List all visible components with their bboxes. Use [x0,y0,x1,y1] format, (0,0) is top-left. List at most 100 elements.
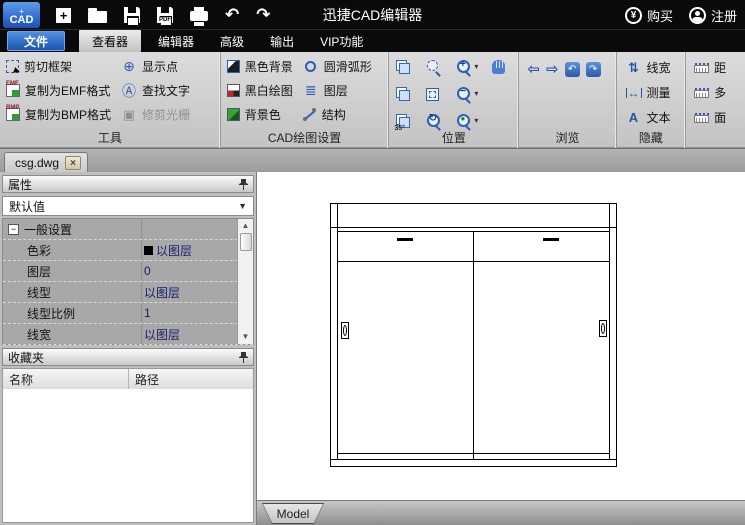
rotate-35-button[interactable]: 35° [396,111,426,131]
find-text-label: 查找文字 [142,82,190,99]
model-tab[interactable]: Model [262,503,324,524]
favorites-title: 收藏夹 [8,349,44,366]
pan-button[interactable] [492,57,518,77]
buy-button[interactable]: ¥ 购买 [625,6,673,25]
account-area: ¥ 购买 注册 [625,0,737,30]
zoom-window-button[interactable] [426,57,456,77]
view-forward-icon[interactable]: ⇨ [546,60,559,78]
rotate-view-ccw-button[interactable] [396,84,426,104]
smooth-arc-label: 圆滑弧形 [324,58,372,75]
group-label-drawing-settings: CAD绘图设置 [221,129,389,146]
redo-icon[interactable]: ↷ [256,5,270,25]
new-file-icon[interactable]: + [56,8,71,23]
scroll-down-icon[interactable]: ▼ [242,330,250,344]
drawing-canvas[interactable] [257,172,745,500]
zoom-window-icon [426,59,442,75]
scroll-up-icon[interactable]: ▲ [242,219,250,233]
undo-icon[interactable]: ↶ [225,5,239,25]
yen-icon: ¥ [625,7,642,24]
property-group-row[interactable]: −一般设置 [3,219,253,240]
menu-vip[interactable]: VIP功能 [307,30,376,52]
view-undo-icon[interactable]: ↶ [565,62,580,77]
zoom-in-caret-icon[interactable]: ▾ [474,63,478,71]
favorites-column-headers: 名称 路径 [2,368,254,390]
show-points-button[interactable]: ⊕ 显示点 [121,58,190,75]
menu-viewer[interactable]: 查看器 [79,30,141,52]
copy-bmp-label: 复制为BMP格式 [25,106,111,123]
zoom-selected-button[interactable]: ●▾ [456,111,492,131]
favorites-name-column[interactable]: 名称 [3,369,129,389]
preset-dropdown[interactable]: 默认值 ▼ [2,196,254,216]
group-label-tools: 工具 [0,129,220,146]
measure-button[interactable]: ↔ 测量 [626,84,686,101]
view-back-icon[interactable]: ⇦ [527,60,540,78]
text-button[interactable]: A 文本 [626,109,686,126]
save-icon[interactable] [124,7,140,23]
pin-icon[interactable] [239,179,248,190]
favorites-panel-header: 收藏夹 [2,348,254,366]
find-text-icon: Ⓐ [121,83,137,99]
pdf-badge: PDF [159,17,171,23]
copy-bmp-button[interactable]: BMP 复制为BMP格式 [6,106,111,123]
fit-to-view-button[interactable] [426,84,456,104]
document-tab[interactable]: csg.dwg × [4,152,88,173]
smooth-arc-button[interactable]: 圆滑弧形 [303,58,372,75]
ribbon-group-tools: 剪切框架 EMF 复制为EMF格式 BMP 复制为BMP格式 ⊕ 显示点 [0,52,221,148]
find-text-button[interactable]: Ⓐ 查找文字 [121,82,190,99]
rotate-view-button[interactable] [396,57,426,77]
distance-label: 距 [714,59,726,76]
layers-icon: ≣ [303,83,319,99]
favorites-path-column[interactable]: 路径 [129,371,159,388]
properties-scrollbar[interactable]: ▲ ▼ [237,219,253,344]
zoom-out-button[interactable]: −▾ [456,84,492,104]
menu-advanced[interactable]: 高级 [207,30,257,52]
view-redo-icon[interactable]: ↷ [586,62,601,77]
smooth-arc-icon [305,61,316,72]
background-color-button[interactable]: 背景色 [227,106,293,123]
structure-button[interactable]: 结构 [303,106,372,123]
menu-file[interactable]: 文件 [7,31,65,51]
text-icon: A [626,110,642,126]
rotate-35-label: 35° [394,125,405,132]
scroll-thumb[interactable] [240,233,252,251]
property-row-layer[interactable]: 图层 0 [3,261,253,282]
cut-frame-button[interactable]: 剪切框架 [6,58,111,75]
zoom-selected-caret-icon[interactable]: ▾ [474,117,478,125]
trim-raster-button[interactable]: ▣ 修剪光栅 [121,106,190,123]
save-as-pdf-icon[interactable]: PDF [157,7,173,23]
zoom-in-icon: + [456,59,472,75]
property-row-linetype[interactable]: 线型 以图层 [3,282,253,303]
open-folder-icon[interactable] [88,11,107,23]
property-row-color[interactable]: 色彩 以图层 [3,240,253,261]
background-color-label: 背景色 [245,106,281,123]
copy-emf-button[interactable]: EMF 复制为EMF格式 [6,82,111,99]
layers-button[interactable]: ≣ 图层 [303,82,372,99]
bw-drawing-icon [227,84,240,97]
right-door-handle [599,320,607,337]
menu-editor[interactable]: 编辑器 [145,30,207,52]
black-background-button[interactable]: 黑色背景 [227,58,293,75]
left-door-handle [341,322,349,339]
favorites-list[interactable] [2,389,254,523]
close-tab-icon[interactable]: × [65,156,81,170]
property-row-linetype-scale[interactable]: 线型比例 1 [3,303,253,324]
zoom-previous-button[interactable]: ↻ [426,111,456,131]
properties-title: 属性 [8,176,32,193]
area-button[interactable]: 面 [693,109,745,126]
favorites-pin-icon[interactable] [239,352,248,363]
distance-button[interactable]: 距 [693,59,745,76]
structure-label: 结构 [322,106,346,123]
line-width-button[interactable]: ⇅ 线宽 [626,59,686,76]
text-label: 文本 [647,109,671,126]
zoom-in-button[interactable]: +▾ [456,57,492,77]
zoom-out-caret-icon[interactable]: ▾ [474,90,478,98]
collapse-icon[interactable]: − [8,224,19,235]
property-row-lineweight[interactable]: 线宽 以图层 [3,324,253,345]
register-button[interactable]: 注册 [689,6,737,25]
menu-output[interactable]: 输出 [257,30,307,52]
properties-panel-header: 属性 [2,175,254,193]
print-icon[interactable] [190,11,208,21]
line-width-label: 线宽 [647,59,671,76]
bw-drawing-button[interactable]: 黑白绘图 [227,82,293,99]
multi-distance-button[interactable]: 多 [693,84,745,101]
